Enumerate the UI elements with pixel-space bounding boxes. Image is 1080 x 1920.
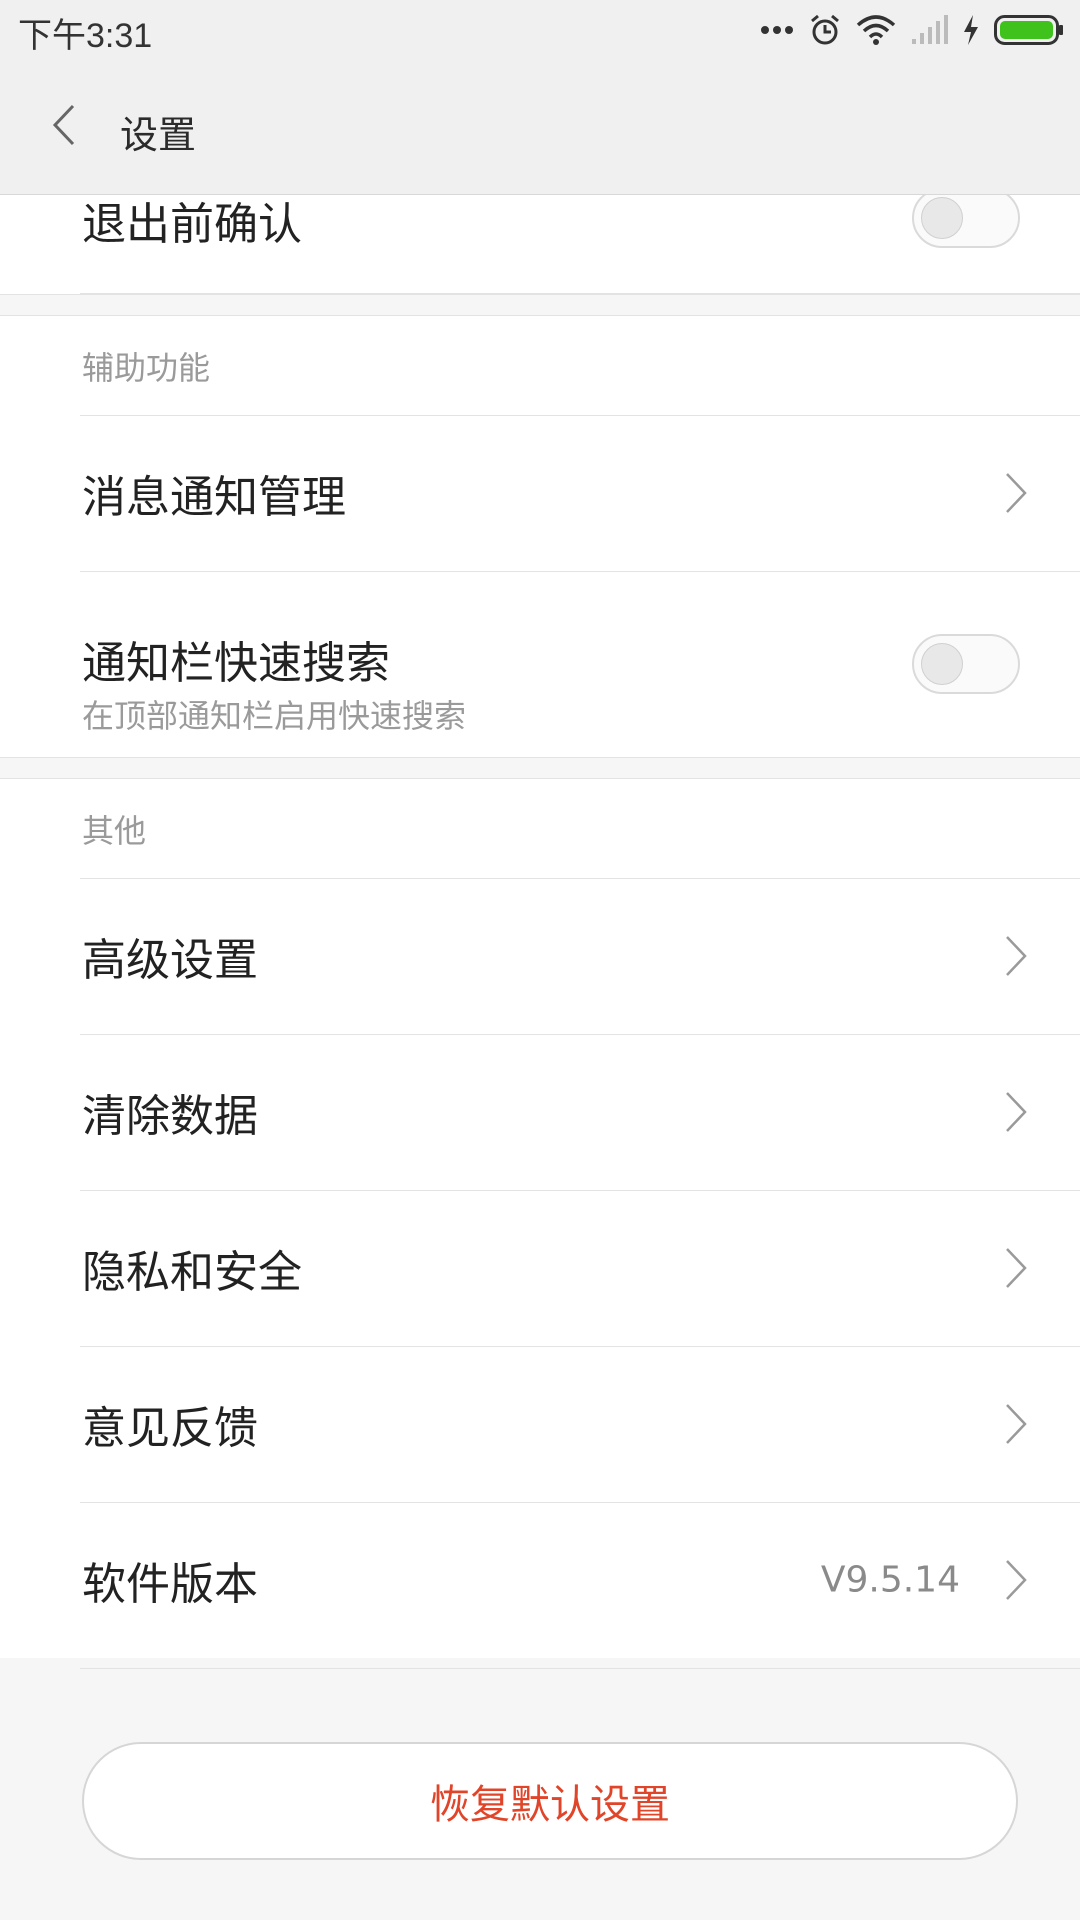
status-bar: 下午3:31	[0, 0, 1080, 60]
toggle-knob	[921, 643, 963, 685]
status-icons	[760, 8, 1064, 52]
chevron-left-icon	[52, 104, 75, 146]
row-subtitle: 在顶部通知栏启用快速搜索	[82, 697, 467, 735]
row-title: 高级设置	[82, 935, 258, 986]
group-gap	[0, 757, 1080, 779]
row-title: 清除数据	[82, 1091, 258, 1142]
section-title: 其他	[82, 811, 147, 850]
row-notification-manage[interactable]: 消息通知管理	[0, 415, 1080, 571]
row-title: 通知栏快速搜索	[82, 638, 390, 689]
chevron-right-icon	[1004, 1558, 1028, 1602]
chevron-right-icon	[1004, 1090, 1028, 1134]
settings-list: 退出前确认 辅助功能 消息通知管理 通知栏快速搜索 在顶部通知栏启用快速搜索 其…	[0, 188, 1080, 1658]
quick-search-toggle[interactable]	[912, 634, 1020, 694]
group-gap	[0, 294, 1080, 316]
chevron-right-icon	[1004, 1246, 1028, 1290]
row-advanced-settings[interactable]: 高级设置	[0, 878, 1080, 1034]
row-title: 隐私和安全	[82, 1247, 302, 1298]
battery-icon	[994, 15, 1064, 45]
status-time: 下午3:31	[18, 17, 153, 55]
exit-confirm-toggle[interactable]	[912, 188, 1020, 248]
section-title: 辅助功能	[82, 348, 211, 387]
section-header-other: 其他	[0, 779, 1080, 878]
version-value: V9.5.14	[820, 1559, 960, 1601]
wifi-icon	[856, 15, 896, 45]
row-privacy-security[interactable]: 隐私和安全	[0, 1190, 1080, 1346]
row-quick-search: 通知栏快速搜索 在顶部通知栏启用快速搜索	[0, 571, 1080, 757]
reset-default-button[interactable]: 恢复默认设置	[82, 1742, 1018, 1860]
more-dots-icon	[760, 25, 794, 35]
exit-confirm-label: 退出前确认	[82, 199, 302, 250]
toggle-knob	[921, 197, 963, 239]
chevron-right-icon	[1004, 934, 1028, 978]
row-feedback[interactable]: 意见反馈	[0, 1346, 1080, 1502]
back-button[interactable]	[34, 90, 94, 160]
reset-area: 恢复默认设置	[0, 1668, 1080, 1920]
divider	[80, 293, 1080, 294]
row-title: 意见反馈	[82, 1403, 258, 1454]
group-other: 其他 高级设置 清除数据 隐私和安全 意见反馈 软件版本 V9.5.14	[0, 779, 1080, 1658]
group-general: 退出前确认	[0, 188, 1080, 294]
row-title: 软件版本	[82, 1559, 258, 1610]
signal-icon	[910, 15, 948, 45]
settings-screen: 下午3:31 设置 退出前确认 辅助功能 消息通知管理 通知栏快速搜索 在顶部通…	[0, 0, 1080, 1920]
chevron-right-icon	[1004, 1402, 1028, 1446]
alarm-icon	[808, 13, 842, 47]
chevron-right-icon	[1004, 471, 1028, 515]
group-assist: 辅助功能 消息通知管理 通知栏快速搜索 在顶部通知栏启用快速搜索	[0, 316, 1080, 757]
divider	[80, 1668, 1080, 1669]
page-title: 设置	[120, 113, 197, 157]
row-title: 消息通知管理	[82, 472, 346, 523]
row-software-version[interactable]: 软件版本 V9.5.14	[0, 1502, 1080, 1658]
charging-icon	[962, 15, 980, 45]
title-bar: 设置	[0, 60, 1080, 195]
section-header-assist: 辅助功能	[0, 316, 1080, 415]
row-clear-data[interactable]: 清除数据	[0, 1034, 1080, 1190]
